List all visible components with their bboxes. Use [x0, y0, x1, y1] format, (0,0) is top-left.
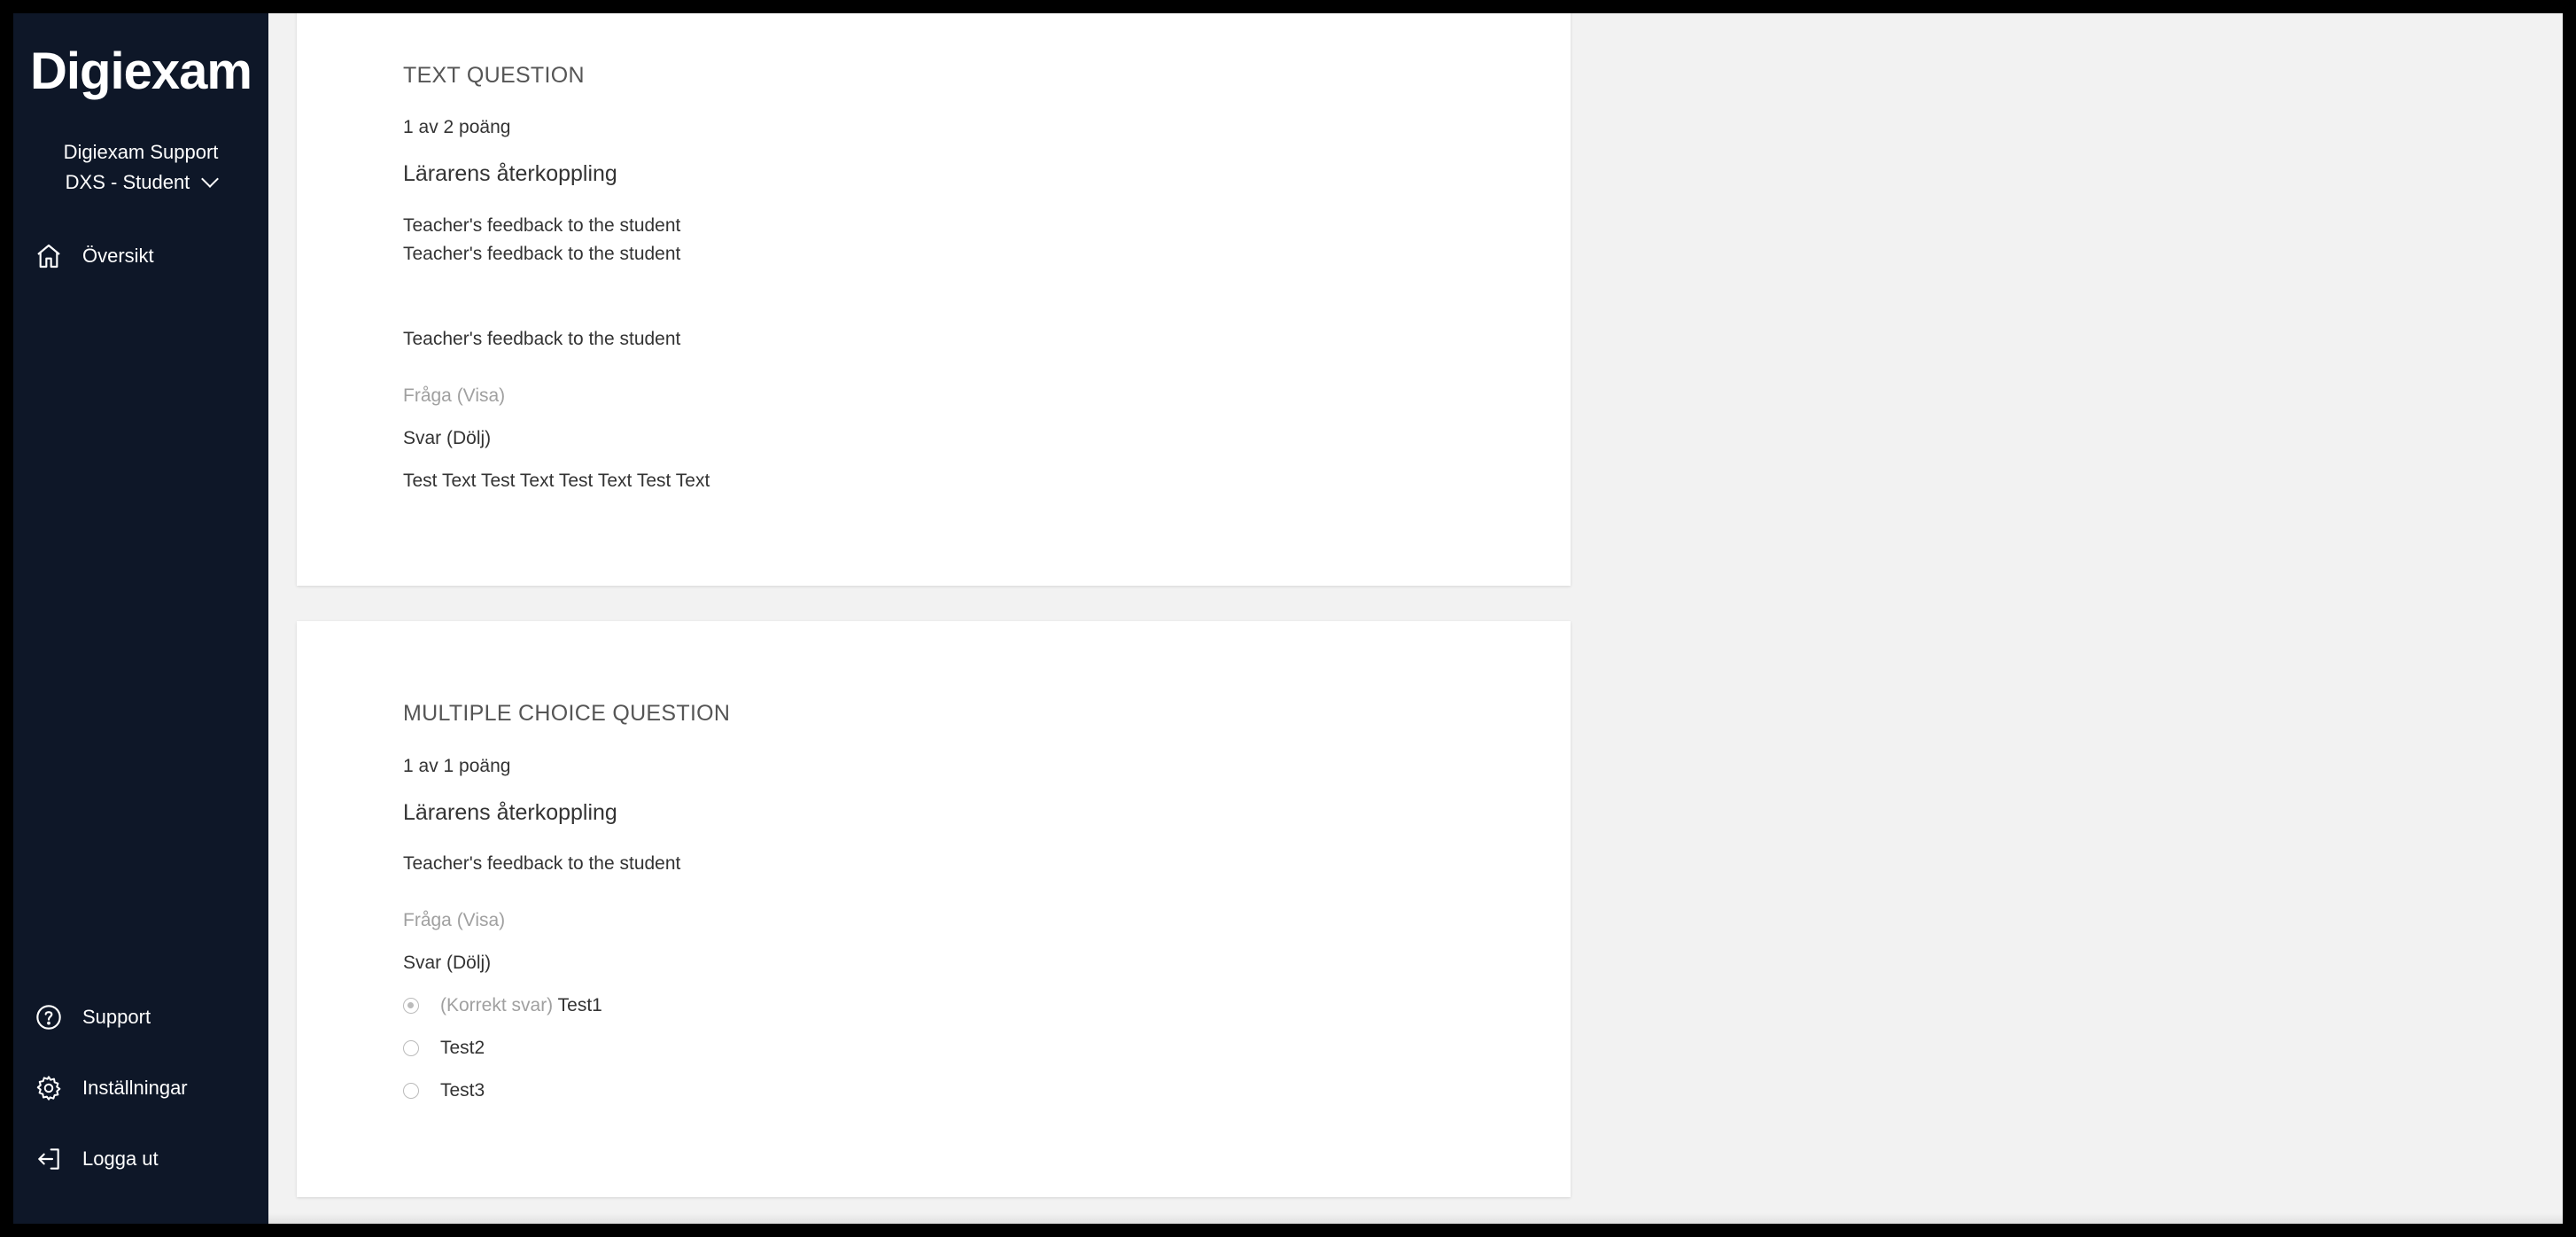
bottom-edge	[268, 1213, 2563, 1224]
app-logo: Digiexam	[30, 43, 252, 100]
choice-label: Test2	[440, 1038, 485, 1058]
correct-answer-label: (Korrekt svar)	[440, 995, 554, 1015]
radio-button[interactable]	[403, 998, 419, 1014]
sidebar-item-label: Logga ut	[82, 1148, 159, 1170]
account-role: DXS - Student	[65, 171, 190, 193]
question-toggle[interactable]: Fråga (Visa)	[403, 385, 505, 407]
feedback-text: Teacher's feedback to the student	[403, 215, 681, 236]
choice-label: Test3	[440, 1080, 485, 1101]
radio-button[interactable]	[403, 1083, 419, 1099]
home-icon	[37, 244, 60, 268]
question-points: 1 av 2 poäng	[403, 117, 511, 137]
app-window: Digiexam Digiexam Support DXS - Student …	[13, 13, 2563, 1224]
feedback-text: Teacher's feedback to the student	[403, 853, 681, 874]
feedback-text: Teacher's feedback to the student	[403, 329, 681, 349]
feedback-heading: Lärarens återkoppling	[403, 161, 617, 186]
sidebar-item-support[interactable]: Support	[35, 1000, 260, 1035]
feedback-heading: Lärarens återkoppling	[403, 800, 617, 825]
question-card-multiple-choice: MULTIPLE CHOICE QUESTION 1 av 1 poäng Lä…	[297, 621, 1571, 1197]
sidebar-item-overview[interactable]: Översikt	[35, 238, 260, 274]
answer-toggle[interactable]: Svar (Dölj)	[403, 953, 491, 974]
question-card-text: TEXT QUESTION 1 av 2 poäng Lärarens åter…	[297, 13, 1571, 586]
choice-option: Test3	[403, 1080, 485, 1101]
question-points: 1 av 1 poäng	[403, 756, 511, 776]
choice-option: Test2	[403, 1038, 485, 1059]
logout-icon	[38, 1148, 59, 1170]
gear-icon	[36, 1076, 61, 1101]
sidebar-item-logout[interactable]: Logga ut	[35, 1141, 260, 1177]
question-toggle[interactable]: Fråga (Visa)	[403, 910, 505, 931]
choice-label: Test1	[557, 995, 602, 1015]
radio-button[interactable]	[403, 1040, 419, 1056]
sidebar-item-label: Inställningar	[82, 1077, 188, 1099]
sidebar: Digiexam Digiexam Support DXS - Student …	[13, 13, 268, 1224]
answer-toggle[interactable]: Svar (Dölj)	[403, 428, 491, 449]
sidebar-item-label: Översikt	[82, 245, 154, 267]
sidebar-item-label: Support	[82, 1006, 151, 1028]
sidebar-item-settings[interactable]: Inställningar	[35, 1070, 260, 1106]
chevron-down-icon	[201, 170, 220, 188]
account-switcher[interactable]: Digiexam Support DXS - Student	[13, 137, 268, 198]
help-circle-icon	[36, 1005, 61, 1030]
answer-text: Test Text Test Text Test Text Test Text	[403, 471, 710, 491]
choice-option: (Korrekt svar) Test1	[403, 995, 602, 1016]
feedback-text: Teacher's feedback to the student	[403, 244, 681, 264]
question-type: TEXT QUESTION	[403, 63, 585, 88]
account-name: Digiexam Support	[63, 141, 219, 163]
question-type: MULTIPLE CHOICE QUESTION	[403, 701, 731, 726]
